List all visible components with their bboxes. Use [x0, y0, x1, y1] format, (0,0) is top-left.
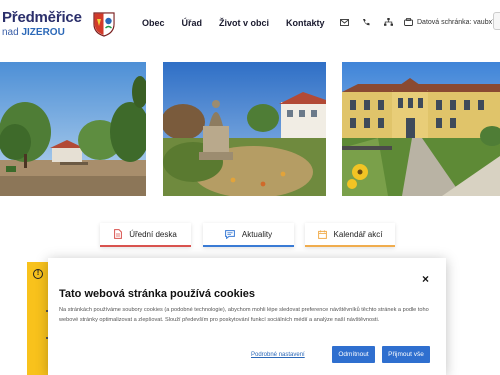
site-logo[interactable]: Předměřice nad JIZEROU: [2, 10, 82, 39]
nav-zivot-v-obci[interactable]: Život v obci: [219, 18, 269, 28]
logo-subtitle: nad JIZEROU: [2, 27, 65, 38]
cookie-dialog-title: Tato webová stránka používá cookies: [59, 288, 256, 300]
nav-obec[interactable]: Obec: [142, 18, 165, 28]
accept-all-button[interactable]: Přijmout vše: [382, 346, 430, 363]
databox-link[interactable]: Datová schránka: vaubx7o: [404, 18, 500, 26]
search-button[interactable]: [493, 12, 500, 30]
nav-kontakty[interactable]: Kontakty: [286, 18, 325, 28]
decline-button[interactable]: Odmítnout: [332, 346, 375, 363]
cookie-dialog: × Tato webová stránka používá cookies Na…: [48, 258, 446, 375]
coat-of-arms-icon: [93, 12, 115, 37]
databox-icon: [404, 18, 413, 26]
info-icon: !: [33, 269, 43, 279]
quick-link-label: Aktuality: [241, 229, 273, 239]
cookie-dialog-text: Na stránkách používáme soubory cookies (…: [59, 307, 429, 323]
sitemap-icon[interactable]: [382, 16, 394, 28]
quick-link-kalendar-akci[interactable]: Kalendář akcí: [305, 223, 395, 247]
photo-town-square[interactable]: [0, 62, 146, 196]
photo-gallery: [0, 62, 500, 196]
header-tools: Datová schránka: vaubx7o: [338, 16, 500, 28]
quick-link-label: Úřední deska: [129, 229, 177, 239]
envelope-icon[interactable]: [338, 16, 350, 28]
photo-town-hall[interactable]: [342, 62, 500, 196]
close-icon[interactable]: ×: [422, 272, 429, 286]
main-nav: Obec Úřad Život v obci Kontakty: [142, 18, 342, 28]
site-header: Předměřice nad JIZEROU Obec Úřad Život v…: [0, 0, 500, 50]
logo-title: Předměřice: [2, 9, 82, 26]
calendar-icon: [317, 229, 327, 239]
photo-memorial[interactable]: [163, 62, 326, 196]
quick-link-aktuality[interactable]: Aktuality: [203, 223, 294, 247]
chat-icon: [224, 229, 235, 239]
databox-label: Datová schránka: vaubx7o: [417, 18, 500, 26]
phone-icon[interactable]: [360, 16, 372, 28]
cookie-settings-link[interactable]: Podrobné nastavení: [251, 352, 305, 358]
quick-link-uredni-deska[interactable]: Úřední deska: [100, 223, 191, 247]
document-icon: [114, 229, 123, 239]
nav-urad[interactable]: Úřad: [182, 18, 203, 28]
quick-link-label: Kalendář akcí: [333, 229, 383, 239]
